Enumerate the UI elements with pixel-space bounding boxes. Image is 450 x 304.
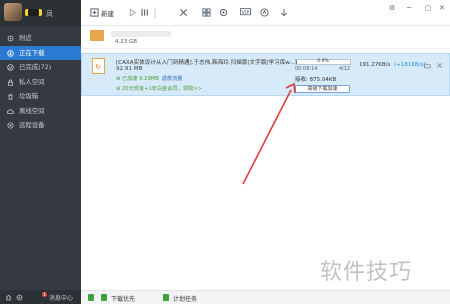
sidebar-item-label: 垃圾箱 xyxy=(19,92,39,100)
file-name: [CAXA实体设计从入门到精通].于志伟,韩海玲.扫描版(文字版[学习库w... xyxy=(116,60,295,66)
document-icon: ↻ xyxy=(92,58,105,74)
accelerate-button[interactable]: 高级下载加速 xyxy=(295,85,350,93)
message-center-link[interactable]: 消息中心 xyxy=(49,293,73,302)
notification-badge: 1 xyxy=(42,292,47,297)
folder-icon xyxy=(90,30,104,41)
location-icon xyxy=(7,35,14,42)
profile-name: 凤 xyxy=(46,10,53,18)
delete-icon[interactable] xyxy=(179,8,188,18)
cloud-icon xyxy=(7,108,14,115)
more-icon[interactable] xyxy=(279,8,289,18)
list-item-selected[interactable]: ↻ [CAXA实体设计从入门到精通].于志伟,韩海玲.扫描版(文字版[学习库w.… xyxy=(81,53,450,96)
settings-icon[interactable] xyxy=(219,8,228,18)
sidebar-item-label: 已完成(72) xyxy=(19,63,52,71)
progress-bar: 0.9% xyxy=(295,59,351,65)
play-icon[interactable] xyxy=(128,8,137,18)
refund-traffic-link[interactable]: 退款流量 xyxy=(162,76,183,82)
promo-link[interactable]: ⊕ 20元现金+1年白金会员，领取>> xyxy=(116,85,202,92)
promo-text[interactable]: 20元现金+1年白金会员，领取>> xyxy=(122,86,202,92)
time-remaining: 00:08:14 xyxy=(295,66,318,72)
lock-icon xyxy=(7,79,14,86)
maximize-icon[interactable]: ▢ xyxy=(425,4,432,12)
download-priority-toggle[interactable]: 下载优先 xyxy=(111,294,135,303)
vip-label: VIP xyxy=(242,10,250,16)
schedule-icon xyxy=(163,294,169,301)
avatar[interactable] xyxy=(4,3,22,21)
sidebar-item-completed[interactable]: 已完成(72) xyxy=(0,60,81,75)
app-window: 凤 附近 正在下载 已完成(72) 私人空间 垃圾箱 离线空间 远程设备 1 消… xyxy=(0,0,450,304)
status-bar: 下载优先 计划任务 xyxy=(81,290,450,304)
folder-open-icon[interactable] xyxy=(424,62,431,69)
sidebar-item-private-space[interactable]: 私人空间 xyxy=(0,75,81,90)
close-icon[interactable]: ✕ xyxy=(439,4,445,12)
sidebar-item-remote-device[interactable]: 远程设备 xyxy=(0,118,81,133)
menu-icon[interactable]: ⚙ xyxy=(389,4,395,12)
delete-row-icon[interactable] xyxy=(436,62,443,69)
receive-speed: 接收: 875.04KB xyxy=(295,77,337,83)
rate-main: 191.27KB/s xyxy=(359,62,391,68)
blurred-filename xyxy=(111,31,171,37)
new-task-button[interactable]: 新建 xyxy=(101,8,114,18)
download-rate: 191.27KB/s (+181KB/s) xyxy=(359,62,426,68)
status-icon xyxy=(88,294,94,301)
download-list: 4.23 GB ↻ [CAXA实体设计从入门到精通].于志伟,韩海玲.扫描版(文… xyxy=(81,26,450,290)
progress-percent: 0.9% xyxy=(317,59,329,64)
trash-icon xyxy=(7,93,14,100)
home-icon[interactable] xyxy=(5,294,12,301)
speedup-text: 已加速 9.29MB xyxy=(122,76,159,82)
file-size: 4.23 GB xyxy=(115,39,138,45)
sidebar-nav: 附近 正在下载 已完成(72) 私人空间 垃圾箱 离线空间 远程设备 xyxy=(0,31,81,133)
file-size: 92.91 MB xyxy=(116,66,143,72)
sidebar-item-label: 正在下载 xyxy=(19,48,45,57)
watermark: 软件技巧 xyxy=(320,260,413,285)
sidebar-item-offline-space[interactable]: 离线空间 xyxy=(0,104,81,119)
speedup-info: ⊕ 已加速 9.29MB 退款流量 xyxy=(116,75,183,82)
sidebar-item-downloading[interactable]: 正在下载 xyxy=(0,45,81,60)
sidebar-item-label: 远程设备 xyxy=(19,121,45,129)
list-item[interactable]: 4.23 GB xyxy=(81,26,450,49)
settings-icon[interactable] xyxy=(16,294,23,301)
grid-icon[interactable] xyxy=(202,8,211,18)
download-icon xyxy=(7,49,14,57)
device-icon xyxy=(7,122,14,129)
rate-extra: (+181KB/s) xyxy=(394,62,426,68)
sidebar: 凤 附近 正在下载 已完成(72) 私人空间 垃圾箱 离线空间 远程设备 1 消… xyxy=(0,0,81,304)
divider xyxy=(154,8,156,18)
sidebar-item-label: 附近 xyxy=(19,34,32,42)
scheduled-tasks-button[interactable]: 计划任务 xyxy=(173,294,197,303)
profile[interactable]: 凤 xyxy=(0,0,81,26)
resource-ratio: 4/12 xyxy=(339,66,351,72)
sidebar-item-trash[interactable]: 垃圾箱 xyxy=(0,89,81,104)
check-icon xyxy=(7,64,14,71)
sidebar-footer: 1 消息中心 xyxy=(0,290,81,304)
skin-icon[interactable] xyxy=(260,8,269,18)
pause-icon[interactable] xyxy=(141,8,150,18)
new-task-icon[interactable] xyxy=(90,8,99,18)
vip-icon[interactable]: VIP xyxy=(240,8,251,18)
sidebar-item-label: 离线空间 xyxy=(19,106,45,115)
sidebar-item-nearby[interactable]: 附近 xyxy=(0,31,81,46)
sidebar-item-label: 私人空间 xyxy=(19,77,45,86)
download-priority-icon xyxy=(101,294,107,301)
vip-badge-icon xyxy=(25,9,42,16)
toolbar: 新建 VIP ⚙ ─ ▢ ✕ xyxy=(81,0,450,26)
minimize-icon[interactable]: ─ xyxy=(407,4,411,12)
